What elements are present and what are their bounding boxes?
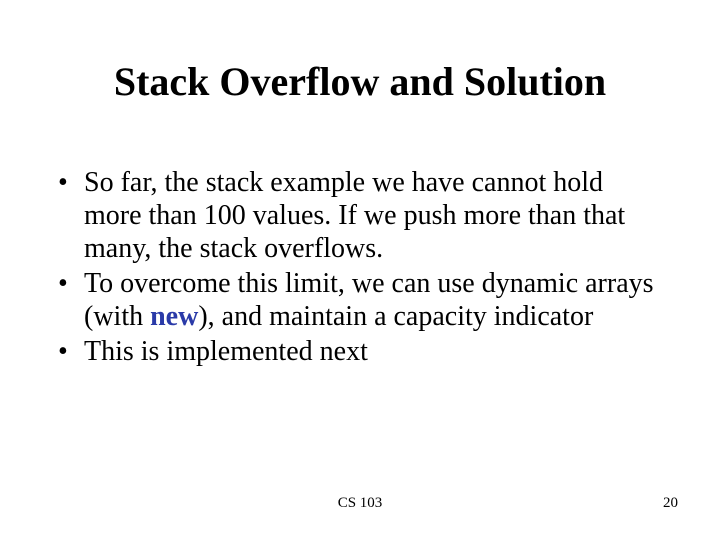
list-item: To overcome this limit, we can use dynam… <box>54 267 666 333</box>
slide-title: Stack Overflow and Solution <box>0 0 720 105</box>
footer-course: CS 103 <box>0 495 720 512</box>
slide: Stack Overflow and Solution So far, the … <box>0 0 720 540</box>
list-item: So far, the stack example we have cannot… <box>54 166 666 265</box>
keyword-new: new <box>150 301 198 332</box>
bullet-text: This is implemented next <box>84 336 368 367</box>
slide-body: So far, the stack example we have cannot… <box>54 166 666 370</box>
list-item: This is implemented next <box>54 335 666 368</box>
footer-page-number: 20 <box>663 495 678 512</box>
bullet-text: ), and maintain a capacity indicator <box>198 301 593 332</box>
bullet-text: So far, the stack example we have cannot… <box>84 167 625 264</box>
bullet-list: So far, the stack example we have cannot… <box>54 166 666 368</box>
